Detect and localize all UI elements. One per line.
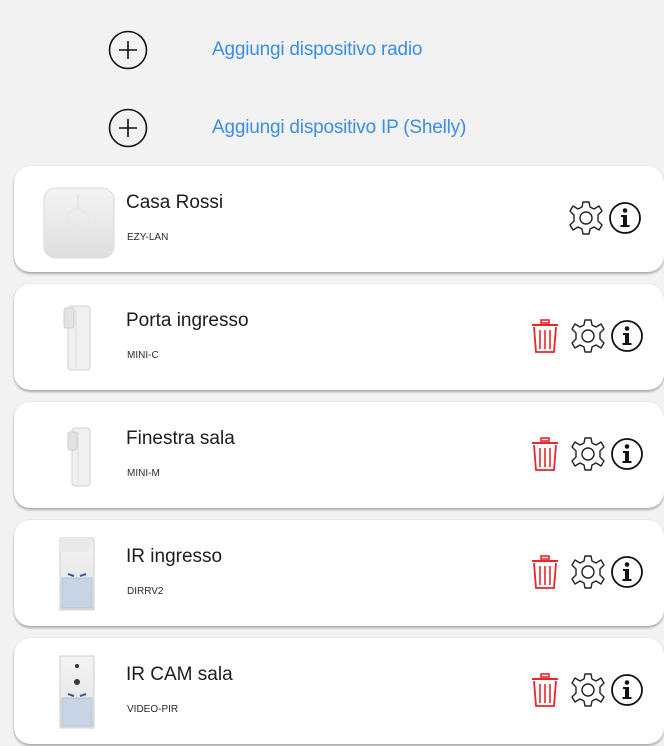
device-card-casa-rossi[interactable]: Casa Rossi EZY-LAN bbox=[14, 166, 664, 272]
device-name: Porta ingresso bbox=[126, 310, 249, 331]
trash-icon[interactable] bbox=[530, 318, 560, 354]
gear-icon[interactable] bbox=[568, 316, 608, 356]
trash-icon[interactable] bbox=[530, 436, 560, 472]
device-actions bbox=[530, 316, 644, 356]
gear-icon[interactable] bbox=[568, 670, 608, 710]
device-actions bbox=[530, 670, 644, 710]
pir-sensor-image bbox=[59, 537, 95, 611]
device-model: VIDEO-PIR bbox=[127, 704, 179, 715]
info-icon[interactable] bbox=[608, 201, 642, 235]
device-actions bbox=[530, 434, 644, 474]
contact-sensor-image bbox=[67, 427, 91, 487]
trash-icon[interactable] bbox=[530, 554, 560, 590]
trash-icon[interactable] bbox=[530, 672, 560, 708]
contact-sensor-image bbox=[63, 305, 91, 371]
device-name: IR ingresso bbox=[126, 546, 223, 567]
device-card-finestra-sala[interactable]: Finestra sala MINI-M bbox=[14, 402, 664, 508]
hub-device-image bbox=[43, 187, 115, 259]
add-ip-device-label[interactable]: Aggiungi dispositivo IP (Shelly) bbox=[212, 117, 466, 139]
info-icon[interactable] bbox=[610, 319, 644, 353]
device-name: Finestra sala bbox=[126, 428, 235, 449]
device-model: MINI-M bbox=[127, 468, 160, 479]
info-icon[interactable] bbox=[610, 437, 644, 471]
device-model: EZY-LAN bbox=[127, 232, 169, 243]
info-icon[interactable] bbox=[610, 673, 644, 707]
device-card-ir-ingresso[interactable]: IR ingresso DIRRV2 bbox=[14, 520, 664, 626]
add-radio-device-label[interactable]: Aggiungi dispositivo radio bbox=[212, 39, 422, 61]
device-model: MINI-C bbox=[127, 350, 159, 361]
device-list-page: Aggiungi dispositivo radio Aggiungi disp… bbox=[0, 0, 664, 746]
add-radio-device-button[interactable]: Aggiungi dispositivo radio bbox=[108, 30, 422, 70]
gear-icon[interactable] bbox=[568, 434, 608, 474]
device-actions bbox=[566, 198, 642, 238]
info-icon[interactable] bbox=[610, 555, 644, 589]
device-name: IR CAM sala bbox=[126, 664, 233, 685]
gear-icon[interactable] bbox=[568, 552, 608, 592]
device-model: DIRRV2 bbox=[127, 586, 164, 597]
device-card-porta-ingresso[interactable]: Porta ingresso MINI-C bbox=[14, 284, 664, 390]
device-name: Casa Rossi bbox=[126, 192, 224, 213]
plus-circle-icon[interactable] bbox=[108, 108, 148, 148]
device-actions bbox=[530, 552, 644, 592]
gear-icon[interactable] bbox=[566, 198, 606, 238]
plus-circle-icon[interactable] bbox=[108, 30, 148, 70]
pir-camera-sensor-image bbox=[59, 655, 95, 729]
device-card-ir-cam-sala[interactable]: IR CAM sala VIDEO-PIR bbox=[14, 638, 664, 744]
add-ip-device-button[interactable]: Aggiungi dispositivo IP (Shelly) bbox=[108, 108, 466, 148]
